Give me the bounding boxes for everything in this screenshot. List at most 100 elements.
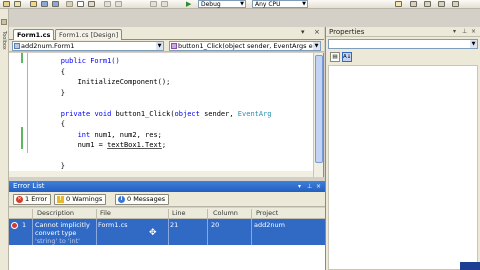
column-header-column[interactable]: Column (213, 208, 238, 219)
toolbox-icon[interactable] (452, 1, 459, 7)
properties-titlebar: Properties ▾ ⊥ × (326, 27, 480, 37)
taskbar-corner (460, 262, 480, 270)
column-header-file[interactable]: File (100, 208, 111, 219)
code-token: } (60, 162, 65, 170)
editor-horizontal-scrollbar[interactable] (9, 171, 313, 177)
add-item-icon[interactable] (14, 1, 21, 7)
column-divider (96, 209, 97, 218)
error-number: 1 (22, 221, 27, 229)
code-navigation-bar: add2num.Form1 ▼ button1_Click(object sen… (9, 40, 324, 52)
keyword: void (94, 109, 112, 118)
errors-filter-button[interactable]: ✕ 1 Error (13, 194, 52, 205)
scrollbar-thumb[interactable] (315, 55, 323, 163)
properties-toolbar: ▤ A↓ (328, 51, 478, 63)
start-debugging-icon[interactable]: ▶ (186, 0, 191, 8)
toolbox-icon[interactable] (1, 19, 7, 25)
chevron-down-icon: ▼ (470, 40, 477, 48)
categorized-icon[interactable]: ▤ (330, 52, 340, 62)
code-token: num1 = (77, 141, 103, 149)
error-list-body: 1 Cannot implicitly convert type 'string… (9, 219, 325, 270)
left-dock-rail: Toolbox (0, 9, 9, 270)
code-token: InitializeComponent(); (77, 78, 171, 86)
undo-icon[interactable] (104, 1, 111, 7)
class-icon (14, 43, 20, 49)
copy-icon[interactable] (77, 1, 84, 7)
window-position-icon[interactable]: ▾ (453, 27, 456, 37)
save-icon[interactable] (41, 1, 48, 7)
messages-filter-button[interactable]: i 0 Messages (115, 194, 170, 205)
code-token: ; (161, 141, 167, 149)
warnings-filter-button[interactable]: ! 0 Warnings (54, 194, 107, 205)
type-name: EventArg (237, 109, 272, 118)
close-icon[interactable]: × (314, 28, 320, 36)
code-token: } (60, 88, 65, 97)
error-icon: ✕ (16, 196, 23, 203)
code-line: private void button1_Click(object sender… (27, 110, 272, 118)
column-header-description[interactable]: Description (37, 208, 74, 219)
column-divider (168, 219, 169, 245)
open-file-icon[interactable] (30, 1, 37, 7)
tab-form1-design[interactable]: Form1.cs [Design] (55, 29, 123, 40)
window-position-icon[interactable]: ▾ (298, 181, 301, 192)
property-grid[interactable] (328, 65, 478, 270)
column-divider (32, 209, 33, 218)
member-dropdown[interactable]: button1_Click(object sender, EventArgs e… (169, 41, 321, 51)
type-dropdown[interactable]: add2num.Form1 ▼ (12, 41, 164, 51)
close-icon[interactable]: × (471, 27, 476, 37)
auto-hide-pin-icon[interactable]: ⊥ (307, 181, 312, 192)
properties-panel: Properties ▾ ⊥ × ▼ ▤ A↓ (325, 27, 480, 270)
error-description: Cannot implicitly convert type 'string' … (35, 221, 95, 245)
redo-icon[interactable] (115, 1, 122, 7)
properties-object-dropdown[interactable]: ▼ (328, 39, 478, 49)
warnings-filter-label: 0 Warnings (66, 195, 103, 203)
column-header-project[interactable]: Project (256, 208, 278, 219)
navigate-forward-icon[interactable] (161, 1, 168, 7)
error-list-title: Error List (13, 182, 45, 190)
code-token: num1, num2, res; (94, 130, 162, 139)
close-icon[interactable]: × (316, 181, 321, 192)
solution-configuration-dropdown[interactable]: Debug ▼ (198, 0, 246, 8)
error-file: Form1.cs (98, 221, 128, 229)
table-row[interactable]: 1 Cannot implicitly convert type 'string… (9, 219, 325, 245)
change-marker (21, 127, 23, 149)
code-text[interactable]: public Form1() { InitializeComponent(); … (27, 53, 312, 177)
active-files-dropdown-icon[interactable]: ▾ (301, 28, 305, 36)
chevron-down-icon: ▼ (240, 1, 244, 7)
object-browser-icon[interactable] (438, 1, 445, 7)
navigate-back-icon[interactable] (150, 1, 157, 7)
column-divider (207, 209, 208, 218)
code-token: sender, (204, 109, 234, 118)
error-list-header: Description File Line Column Project (9, 208, 325, 219)
errors-filter-label: 1 Error (25, 195, 48, 203)
cut-icon[interactable] (66, 1, 73, 7)
error-squiggle-text: textBox1.Text (107, 141, 162, 149)
tab-label: Form1.cs [Design] (59, 31, 119, 39)
solution-explorer-icon[interactable] (410, 1, 417, 7)
column-header-line[interactable]: Line (172, 208, 186, 219)
alphabetical-icon[interactable]: A↓ (342, 52, 352, 62)
change-marker (21, 53, 23, 63)
properties-window-icon[interactable] (424, 1, 431, 7)
standard-toolbar: ▶ Debug ▼ Any CPU ▼ (0, 0, 480, 9)
code-token: { (60, 67, 65, 76)
move-cursor-icon: ✥ (149, 228, 157, 238)
column-divider (251, 219, 252, 245)
error-description-text: Cannot implicitly convert type (35, 221, 90, 237)
find-icon[interactable] (395, 1, 402, 7)
code-editor[interactable]: public Form1() { InitializeComponent(); … (9, 53, 324, 177)
keyword: public Form1() (60, 57, 120, 65)
toolbox-tab[interactable]: Toolbox (1, 31, 7, 50)
editor-margin (9, 53, 23, 177)
code-token: button1_Click( (115, 109, 175, 118)
paste-icon[interactable] (88, 1, 95, 7)
solution-platform-value: Any CPU (255, 1, 281, 8)
save-all-icon[interactable] (52, 1, 59, 7)
code-line: } (27, 162, 65, 170)
auto-hide-pin-icon[interactable]: ⊥ (462, 27, 467, 37)
chevron-down-icon: ▼ (313, 42, 320, 50)
editor-vertical-scrollbar[interactable] (313, 53, 323, 177)
error-project: add2num (254, 221, 285, 229)
solution-platform-dropdown[interactable]: Any CPU ▼ (252, 0, 308, 8)
info-icon: i (118, 196, 125, 203)
new-project-icon[interactable] (3, 1, 10, 7)
